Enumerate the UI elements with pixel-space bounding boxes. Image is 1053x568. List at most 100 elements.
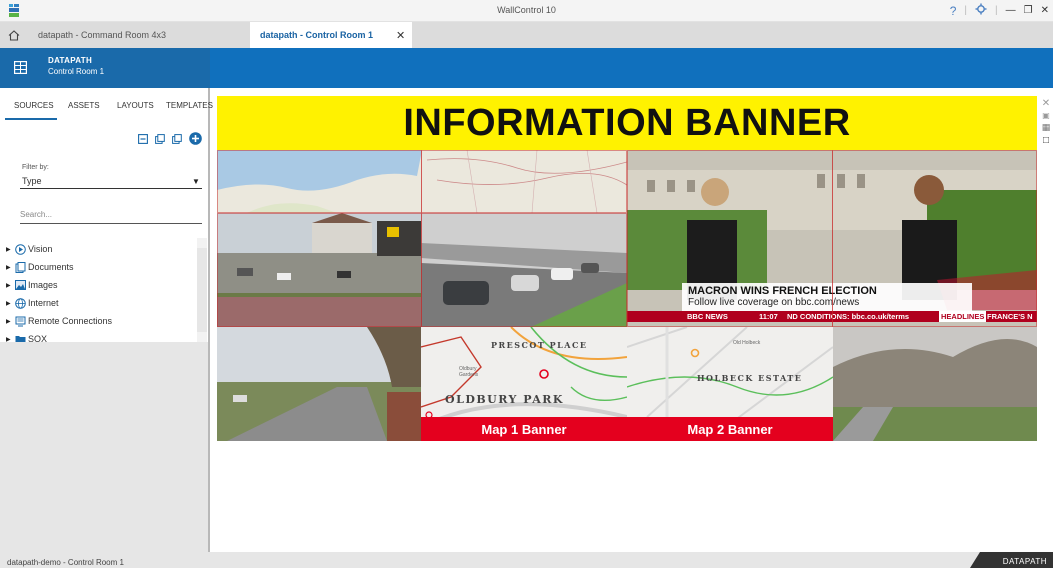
close-tab-icon[interactable]: ✕ — [396, 29, 405, 42]
add-source-icon[interactable] — [189, 132, 202, 145]
close-icon[interactable]: ✕ — [1041, 5, 1049, 16]
news-logo: BBC NEWS — [687, 312, 728, 321]
news-headline: MACRON WINS FRENCH ELECTION — [688, 285, 877, 297]
motorway-camera-image — [421, 213, 627, 327]
expand-icon[interactable]: ▶ — [6, 318, 12, 325]
tab-assets[interactable]: ASSETS — [68, 101, 100, 110]
map-1-window[interactable]: PRESCOT PLACE Oldbury Gardens OLDBURY PA… — [421, 327, 627, 441]
copy-icon[interactable] — [155, 133, 165, 144]
map-2-place-main: HOLBECK ESTATE — [697, 373, 803, 383]
globe-icon — [14, 297, 26, 309]
expand-icon[interactable]: ▶ — [6, 282, 12, 289]
europe-map-window[interactable] — [217, 150, 627, 213]
tab-command-room-4x3[interactable]: datapath - Command Room 4x3 — [28, 22, 248, 48]
separator: | — [964, 5, 968, 16]
news-subline: Follow live coverage on bbc.com/news — [688, 297, 860, 308]
room-header: DATAPATH Control Room 1 — [0, 48, 210, 88]
tree-item-documents[interactable]: ▶ Documents — [6, 258, 196, 276]
room-header-subtitle: Control Room 1 — [48, 67, 105, 76]
filter-underline — [20, 188, 202, 189]
tab-layouts[interactable]: LAYOUTS — [117, 101, 154, 110]
active-tab-indicator — [5, 118, 57, 120]
europe-map-image — [217, 150, 627, 213]
park-camera-image — [833, 327, 1037, 441]
tree-item-label: Internet — [28, 298, 59, 308]
expand-icon[interactable]: ▶ — [6, 300, 12, 307]
map-1-place-main: OLDBURY PARK — [445, 393, 564, 406]
close-window-icon[interactable]: ✕ — [1042, 98, 1050, 109]
news-video-window[interactable]: MACRON WINS FRENCH ELECTION Follow live … — [627, 150, 1037, 327]
news-ticker: BBC NEWS 11:07 ND CONDITIONS: bbc.co.uk/… — [627, 311, 1037, 322]
map-2-banner: Map 2 Banner — [627, 417, 833, 441]
source-tree: ▶ Vision ▶ Documents ▶ Images ▶ Internet… — [6, 240, 196, 348]
restore-icon[interactable]: ❐ — [1024, 5, 1033, 16]
grid-icon[interactable]: ▦ — [1042, 122, 1051, 133]
filter-label: Filter by: — [22, 164, 49, 171]
documents-icon — [14, 261, 26, 273]
brand-logo: DATAPATH — [970, 552, 1053, 568]
help-icon[interactable]: ? — [950, 4, 957, 18]
banner-text: INFORMATION BANNER — [403, 101, 851, 144]
source-toolbar — [138, 132, 202, 145]
tree-scrollbar-thumb[interactable] — [197, 248, 207, 332]
tab-sources[interactable]: SOURCES — [14, 101, 54, 110]
sidebar-empty-area — [0, 342, 210, 552]
news-lower-third: MACRON WINS FRENCH ELECTION Follow live … — [627, 281, 1037, 326]
search-input[interactable] — [20, 206, 202, 224]
news-ticker-text: ND CONDITIONS: bbc.co.uk/terms — [787, 312, 910, 321]
park-camera-window[interactable] — [833, 327, 1037, 441]
tree-item-remote-connections[interactable]: ▶ Remote Connections — [6, 312, 196, 330]
duplicate-icon[interactable] — [172, 133, 182, 144]
window-icon[interactable]: ▣ — [1042, 111, 1050, 120]
title-bar: WallControl 10 ? | | — ❐ ✕ — [0, 0, 1053, 22]
map-2-place-small: Old Holbeck — [733, 340, 761, 346]
minimize-icon[interactable]: — — [1006, 5, 1016, 16]
expand-icon[interactable]: ▶ — [6, 246, 12, 253]
tree-item-vision[interactable]: ▶ Vision — [6, 240, 196, 258]
status-bar: datapath-demo - Control Room 1 DATAPATH — [0, 552, 1053, 568]
tree-item-label: Images — [28, 280, 58, 290]
room-tab-bar: datapath - Command Room 4x3 datapath - C… — [0, 22, 1053, 48]
expand-icon[interactable]: ▶ — [6, 264, 12, 271]
tree-item-label: Vision — [28, 244, 53, 254]
canvas-side-controls: ✕ ▣ ▦ □ — [1040, 98, 1052, 146]
tree-item-images[interactable]: ▶ Images — [6, 276, 196, 294]
tab-control-room-1[interactable]: datapath - Control Room 1 — [250, 22, 412, 48]
sidebar-tabs: SOURCES ASSETS LAYOUTS TEMPLATES — [0, 101, 213, 121]
gear-icon[interactable] — [975, 3, 987, 18]
tree-item-internet[interactable]: ▶ Internet — [6, 294, 196, 312]
images-icon — [14, 280, 26, 290]
news-headline-box: MACRON WINS FRENCH ELECTION Follow live … — [682, 283, 972, 311]
square-icon[interactable]: □ — [1043, 135, 1049, 146]
street-camera-window[interactable] — [217, 213, 421, 327]
news-country-tag: FRANCE'S N — [987, 312, 1033, 321]
remote-connections-icon — [14, 316, 26, 326]
road-camera-window[interactable] — [217, 327, 421, 441]
collapse-all-icon[interactable] — [138, 133, 148, 144]
window-title: WallControl 10 — [497, 5, 556, 15]
home-button[interactable] — [0, 22, 28, 48]
motorway-camera-window[interactable] — [421, 213, 627, 327]
room-header-title: DATAPATH — [48, 56, 93, 65]
road-camera-image — [217, 327, 421, 441]
news-time: 11:07 — [759, 312, 778, 321]
window-controls: ? | | — ❐ ✕ — [950, 3, 1049, 18]
video-wall-canvas[interactable]: INFORMATION BANNER MACRON WINS FRENCH EL… — [217, 96, 1037, 441]
news-headlines-tag: HEADLINES — [939, 311, 987, 322]
map-1-place-small: Oldbury Gardens — [459, 366, 479, 378]
tab-templates[interactable]: TEMPLATES — [166, 101, 213, 110]
top-toolbar — [210, 48, 1053, 88]
vision-icon — [14, 243, 26, 255]
information-banner[interactable]: INFORMATION BANNER — [217, 96, 1037, 150]
tree-item-label: Remote Connections — [28, 316, 113, 326]
status-text: datapath-demo - Control Room 1 — [7, 558, 124, 567]
map-1-banner: Map 1 Banner — [421, 417, 627, 441]
tree-item-label: Documents — [28, 262, 74, 272]
map-1-place-top: PRESCOT PLACE — [491, 340, 588, 350]
home-icon — [8, 29, 20, 41]
wall-grid-icon — [14, 61, 27, 74]
filter-select[interactable]: Type — [22, 176, 42, 186]
map-2-window[interactable]: Old Holbeck HOLBECK ESTATE Map 2 Banner — [627, 327, 833, 441]
separator: | — [995, 5, 998, 16]
dropdown-caret-icon[interactable]: ▼ — [192, 177, 200, 186]
